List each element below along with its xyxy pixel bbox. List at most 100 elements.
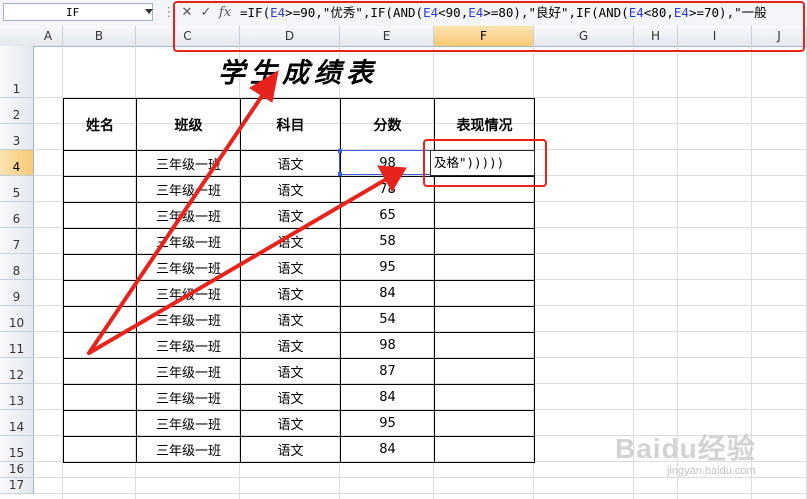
cell-subject[interactable]: 语文 (240, 384, 341, 411)
cell-subject[interactable]: 语文 (240, 280, 341, 307)
row-header-2[interactable]: 2 (0, 98, 34, 124)
column-header-h[interactable]: H (634, 26, 678, 46)
cell-score[interactable]: 95 (340, 410, 435, 437)
column-header-d[interactable]: D (240, 26, 340, 46)
cell-score[interactable]: 98 (340, 332, 435, 359)
cell-score[interactable]: 87 (340, 358, 435, 385)
cell-subject[interactable]: 语文 (240, 436, 341, 463)
cell-subject[interactable]: 语文 (240, 358, 341, 385)
cell-score[interactable]: 95 (340, 254, 435, 281)
cell-subject[interactable]: 语文 (240, 202, 341, 229)
name-box[interactable]: IF (3, 3, 153, 21)
cell-performance[interactable] (434, 384, 535, 411)
editing-cell-f4[interactable]: 及格"))))) (430, 150, 535, 176)
cell-score[interactable]: 84 (340, 384, 435, 411)
column-header-e[interactable]: E (340, 26, 434, 46)
row-header-4[interactable]: 4 (0, 150, 34, 176)
header-score[interactable]: 分数 (340, 98, 435, 151)
cell-subject[interactable]: 语文 (240, 228, 341, 255)
row-header-7[interactable]: 7 (0, 228, 34, 254)
cell-class[interactable]: 三年级一班 (136, 306, 241, 333)
cell-name[interactable] (63, 150, 137, 177)
cell-subject[interactable]: 语文 (240, 332, 341, 359)
cell-name[interactable] (63, 436, 137, 463)
cell-class[interactable]: 三年级一班 (136, 358, 241, 385)
cell-class[interactable]: 三年级一班 (136, 436, 241, 463)
cell-performance[interactable] (434, 228, 535, 255)
cell-score[interactable]: 65 (340, 202, 435, 229)
cell-subject[interactable]: 语文 (240, 176, 341, 203)
column-header-g[interactable]: G (534, 26, 634, 46)
row-header-6[interactable]: 6 (0, 202, 34, 228)
cell-class[interactable]: 三年级一班 (136, 384, 241, 411)
row-header-17[interactable]: 17 (0, 478, 34, 494)
cell-class[interactable]: 三年级一班 (136, 150, 241, 177)
name-box-dropdown-icon[interactable] (145, 9, 153, 14)
cell-subject[interactable]: 语文 (240, 150, 341, 177)
cell-class[interactable]: 三年级一班 (136, 254, 241, 281)
row-header-10[interactable]: 10 (0, 306, 34, 332)
cell-name[interactable] (63, 410, 137, 437)
row-header-15[interactable]: 15 (0, 436, 34, 462)
cell-performance[interactable] (434, 410, 535, 437)
column-header-b[interactable]: B (63, 26, 136, 46)
cell-class[interactable]: 三年级一班 (136, 202, 241, 229)
cell-name[interactable] (63, 228, 137, 255)
cell-name[interactable] (63, 280, 137, 307)
cell-name[interactable] (63, 306, 137, 333)
cell-performance[interactable] (434, 332, 535, 359)
row-header-5[interactable]: 5 (0, 176, 34, 202)
column-header-j[interactable]: J (752, 26, 807, 46)
cell-performance[interactable] (434, 306, 535, 333)
cell-name[interactable] (63, 202, 137, 229)
row-header-3[interactable]: 3 (0, 124, 34, 150)
row-header-9[interactable]: 9 (0, 280, 34, 306)
cell-score[interactable]: 78 (340, 176, 435, 203)
selected-cell-e4[interactable] (338, 149, 434, 176)
row-header-1[interactable]: 1 (0, 46, 34, 98)
cell-name[interactable] (63, 332, 137, 359)
column-header-a[interactable]: A (34, 26, 63, 46)
cell-score[interactable]: 54 (340, 306, 435, 333)
formula-buttons: ⋮ ✕ ✓ fx (160, 2, 236, 23)
header-subject[interactable]: 科目 (240, 98, 341, 151)
cell-performance[interactable] (434, 358, 535, 385)
cell-score[interactable]: 58 (340, 228, 435, 255)
cell-class[interactable]: 三年级一班 (136, 332, 241, 359)
insert-function-button[interactable]: fx (216, 2, 234, 23)
header-performance[interactable]: 表现情况 (434, 98, 535, 151)
cell-name[interactable] (63, 254, 137, 281)
cell-subject[interactable]: 语文 (240, 410, 341, 437)
cell-class[interactable]: 三年级一班 (136, 228, 241, 255)
cell-name[interactable] (63, 358, 137, 385)
row-header-12[interactable]: 12 (0, 358, 34, 384)
header-name[interactable]: 姓名 (63, 98, 137, 151)
cell-class[interactable]: 三年级一班 (136, 280, 241, 307)
cell-performance[interactable] (434, 176, 535, 203)
column-header-c[interactable]: C (136, 26, 240, 46)
cell-performance[interactable] (434, 202, 535, 229)
header-class[interactable]: 班级 (136, 98, 241, 151)
row-header-11[interactable]: 11 (0, 332, 34, 358)
row-header-14[interactable]: 14 (0, 410, 34, 436)
cell-performance[interactable] (434, 436, 535, 463)
row-header-13[interactable]: 13 (0, 384, 34, 410)
formula-input[interactable]: =IF(E4>=90,"优秀",IF(AND(E4<90,E4>=80),"良好… (240, 3, 807, 22)
cell-name[interactable] (63, 176, 137, 203)
cell-performance[interactable] (434, 254, 535, 281)
cell-reference: E4 (628, 5, 644, 20)
row-header-16[interactable]: 16 (0, 462, 34, 478)
row-header-8[interactable]: 8 (0, 254, 34, 280)
cell-subject[interactable]: 语文 (240, 254, 341, 281)
enter-button[interactable]: ✓ (197, 2, 215, 23)
cell-score[interactable]: 84 (340, 280, 435, 307)
cancel-button[interactable]: ✕ (178, 2, 196, 23)
cell-score[interactable]: 84 (340, 436, 435, 463)
cell-class[interactable]: 三年级一班 (136, 410, 241, 437)
column-header-i[interactable]: I (678, 26, 752, 46)
cell-name[interactable] (63, 384, 137, 411)
cell-subject[interactable]: 语文 (240, 306, 341, 333)
cell-class[interactable]: 三年级一班 (136, 176, 241, 203)
cell-performance[interactable] (434, 280, 535, 307)
column-header-f[interactable]: F (434, 26, 534, 46)
